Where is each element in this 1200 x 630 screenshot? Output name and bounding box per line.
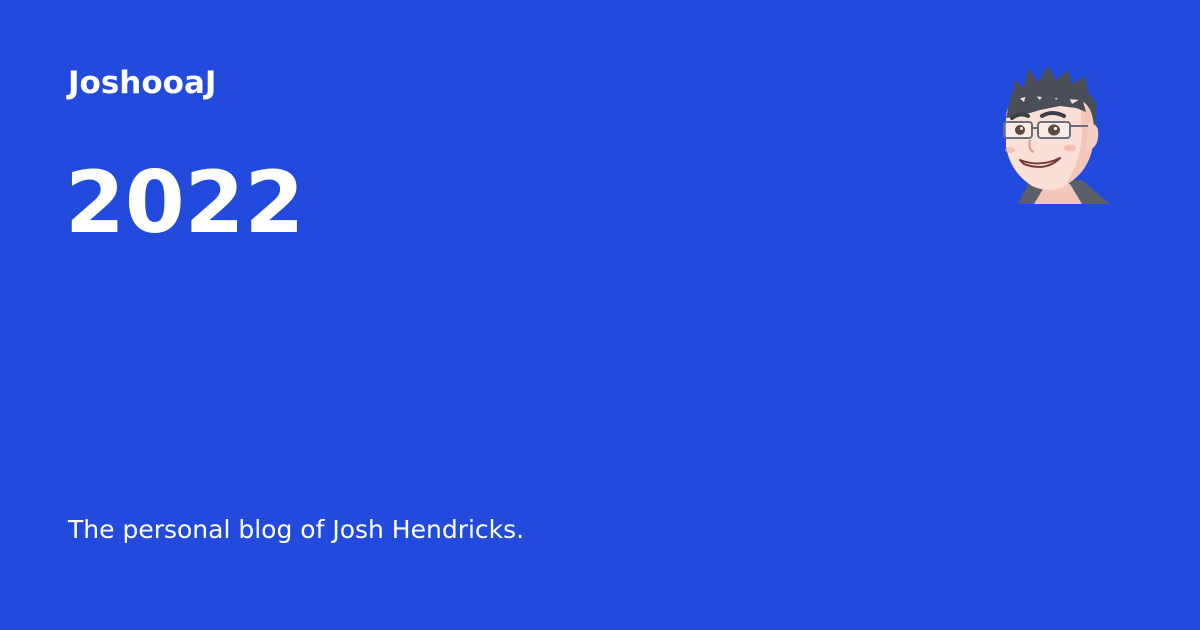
page-title: 2022 — [65, 153, 305, 253]
site-tagline: The personal blog of Josh Hendricks. — [68, 515, 525, 544]
avatar — [990, 62, 1115, 207]
site-name: JoshooaJ — [68, 65, 217, 101]
social-card: JoshooaJ 2022 The personal blog of Josh … — [0, 0, 1200, 630]
cartoon-avatar-icon — [1003, 66, 1110, 204]
